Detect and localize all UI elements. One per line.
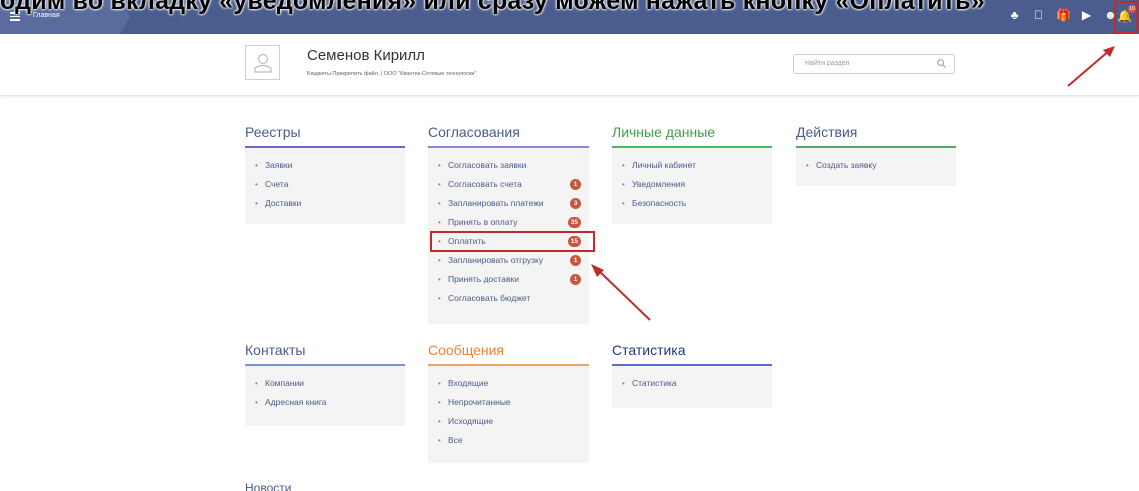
avatar[interactable] [245,45,280,80]
count-badge: 3 [570,197,581,209]
count-badge: 1 [570,273,581,285]
list-item-all[interactable]: Все [438,431,589,450]
apple-icon[interactable]:  [1032,9,1045,21]
section-title-actions[interactable]: Действия [796,122,956,146]
list-item-approve-budget[interactable]: Согласовать бюджет [438,289,589,308]
section-approvals: Согласования Согласовать заявки Согласов… [428,122,595,324]
count-badge: 35 [567,216,581,228]
section-list: Заявки Счета Доставки [245,147,405,224]
gift-icon[interactable]: 🎁 [1056,9,1071,21]
list-item-create-request[interactable]: Создать заявку [806,156,956,175]
section-title-news[interactable]: Новости [245,481,291,491]
search-icon[interactable] [937,59,946,68]
list-item-deliveries[interactable]: Доставки [255,194,405,213]
section-list: Согласовать заявки Согласовать счета1 За… [428,147,595,324]
android-icon[interactable]: ♣ [1008,9,1021,21]
list-item-outbox[interactable]: Исходящие [438,412,589,431]
section-list: Входящие Непрочитанные Исходящие Все [428,365,589,463]
list-item-requests[interactable]: Заявки [255,156,405,175]
list-item-companies[interactable]: Компании [255,374,405,393]
list-item-approve-requests[interactable]: Согласовать заявки [438,156,589,175]
search-input[interactable]: Найти раздел [793,54,955,74]
list-item-inbox[interactable]: Входящие [438,374,589,393]
notification-badge: 10 [1128,5,1136,13]
list-item-schedule-shipment[interactable]: Запланировать отгрузку1 [438,251,589,270]
section-statistics: Статистика Статистика [612,340,772,408]
section-contacts: Контакты Компании Адресная книга [245,340,405,426]
arrow-to-pay [597,269,651,321]
list-item-accept-deliveries[interactable]: Принять доставки1 [438,270,589,289]
arrow-head-pay [591,264,604,277]
section-registries: Реестры Заявки Счета Доставки [245,122,405,224]
section-title-personal[interactable]: Личные данные [612,122,772,146]
section-list: Личный кабинет Уведомления Безопасность [612,147,772,224]
youtube-icon[interactable]: ▶ [1080,9,1093,21]
list-item-unread[interactable]: Непрочитанные [438,393,589,412]
user-subtitle: Бюджеты.Прикрепить файл. | ООО "Квантек-… [307,71,477,77]
list-item-pay[interactable]: Оплатить15 [430,230,595,252]
list-item-address-book[interactable]: Адресная книга [255,393,405,412]
section-personal: Личные данные Личный кабинет Уведомления… [612,122,772,224]
section-list: Компании Адресная книга [245,365,405,426]
search-placeholder: Найти раздел [805,60,850,67]
list-item-statistics[interactable]: Статистика [622,374,772,393]
list-item-invoices[interactable]: Счета [255,175,405,194]
section-title-statistics[interactable]: Статистика [612,340,772,364]
list-item-notifications[interactable]: Уведомления [622,175,772,194]
section-title-contacts[interactable]: Контакты [245,340,405,364]
list-item-approve-invoices[interactable]: Согласовать счета1 [438,175,589,194]
section-messages: Сообщения Входящие Непрочитанные Исходящ… [428,340,589,463]
avatar-placeholder-icon [254,53,272,73]
instruction-caption: одим во вкладку «уведомления» или сразу … [0,0,985,15]
list-item-personal-cabinet[interactable]: Личный кабинет [622,156,772,175]
section-list: Статистика [612,365,772,408]
count-badge: 1 [570,254,581,266]
user-header: Семенов Кирилл Бюджеты.Прикрепить файл. … [0,34,1139,96]
section-title-registries[interactable]: Реестры [245,122,405,146]
page: Главная ♣  🎁 ▶ ☻ 🔔 10 одим во вкладку «… [0,0,1139,491]
count-badge: 1 [570,178,581,190]
list-item-security[interactable]: Безопасность [622,194,772,213]
section-title-messages[interactable]: Сообщения [428,340,589,364]
list-item-accept-payment[interactable]: Принять в оплату35 [438,213,589,232]
section-title-approvals[interactable]: Согласования [428,122,589,146]
section-actions: Действия Создать заявку [796,122,956,186]
user-name: Семенов Кирилл [307,47,425,64]
top-icons: ♣  🎁 ▶ ☻ [1008,9,1117,21]
list-item-schedule-payments[interactable]: Запланировать платежи3 [438,194,589,213]
top-navbar: Главная ♣  🎁 ▶ ☻ 🔔 10 одим во вкладку «… [0,0,1139,34]
count-badge: 15 [567,235,581,247]
section-list: Создать заявку [796,147,956,186]
